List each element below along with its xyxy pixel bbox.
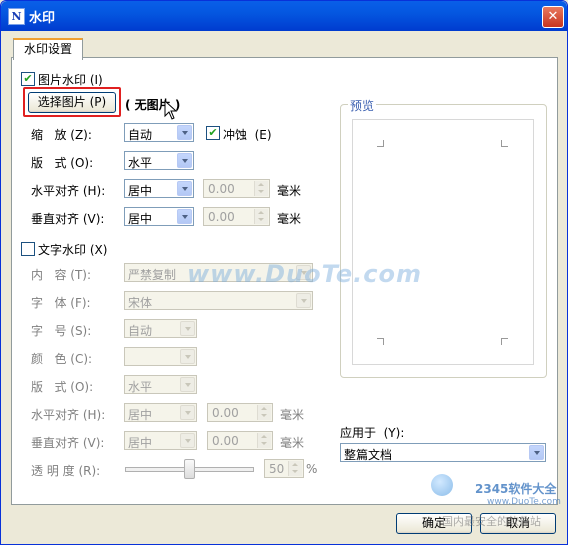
text-h-offset-spinner[interactable]: 0.00 bbox=[207, 403, 273, 422]
logo-text: 2345软件大全 bbox=[475, 482, 557, 496]
chevron-down-icon bbox=[177, 181, 192, 196]
spin-arrows-icon bbox=[288, 461, 302, 476]
picture-h-align-label: 水平对齐 (H): bbox=[31, 184, 106, 198]
preview-label: 预览 bbox=[348, 97, 377, 114]
transparency-value: 50 bbox=[269, 462, 285, 476]
chevron-down-icon bbox=[180, 377, 195, 392]
font-value: 宋体 bbox=[128, 296, 153, 310]
site-watermark-text: www.DuoTe.com bbox=[187, 260, 422, 288]
app-icon: N bbox=[8, 8, 25, 25]
scale-label: 缩 放 (Z): bbox=[31, 128, 92, 142]
text-h-offset-value: 0.00 bbox=[212, 406, 239, 420]
scale-value: 自动 bbox=[128, 128, 153, 142]
size-value: 自动 bbox=[128, 324, 153, 338]
tab-watermark-settings[interactable]: 水印设置 bbox=[13, 38, 83, 60]
size-select[interactable]: 自动 bbox=[124, 319, 197, 338]
apply-to-select[interactable]: 整篇文档 bbox=[340, 443, 546, 462]
chevron-down-icon bbox=[177, 153, 192, 168]
logo-globe-icon bbox=[431, 474, 453, 496]
text-v-align-label: 垂直对齐 (V): bbox=[31, 436, 105, 450]
chevron-down-icon bbox=[180, 405, 195, 420]
picture-v-offset-value: 0.00 bbox=[208, 210, 235, 224]
picture-h-offset-value: 0.00 bbox=[208, 182, 235, 196]
bottom-watermark-text: 国内最安全的软件站 bbox=[442, 515, 541, 528]
apply-to-value: 整篇文档 bbox=[344, 448, 393, 462]
text-v-align-value: 居中 bbox=[128, 436, 153, 450]
picture-layout-select[interactable]: 水平 bbox=[124, 151, 194, 170]
chevron-down-icon bbox=[180, 349, 195, 364]
picture-v-align-value: 居中 bbox=[128, 212, 153, 226]
transparency-slider-thumb[interactable] bbox=[183, 459, 195, 479]
text-layout-label: 版 式 (O): bbox=[31, 380, 94, 394]
text-v-align-select[interactable]: 居中 bbox=[124, 431, 197, 450]
close-button[interactable]: ✕ bbox=[542, 6, 564, 28]
scale-select[interactable]: 自动 bbox=[124, 123, 194, 142]
content-label: 内 容 (T): bbox=[31, 268, 91, 282]
picture-watermark-label: 图片水印 (I) bbox=[38, 73, 103, 87]
picture-v-align-select[interactable]: 居中 bbox=[124, 207, 194, 226]
picture-layout-value: 水平 bbox=[128, 156, 153, 170]
color-select[interactable] bbox=[124, 347, 197, 366]
picture-h-unit: 毫米 bbox=[277, 184, 302, 198]
transparency-label: 透 明 度 (R): bbox=[31, 464, 101, 478]
text-h-unit: 毫米 bbox=[280, 408, 305, 422]
chevron-down-icon bbox=[180, 433, 195, 448]
picture-v-unit: 毫米 bbox=[277, 212, 302, 226]
chevron-down-icon bbox=[177, 209, 192, 224]
font-select[interactable]: 宋体 bbox=[124, 291, 313, 310]
font-label: 字 体 (F): bbox=[31, 296, 91, 310]
chevron-down-icon bbox=[180, 321, 195, 336]
spin-arrows-icon bbox=[254, 181, 268, 196]
text-watermark-checkbox[interactable] bbox=[21, 242, 35, 256]
text-layout-value: 水平 bbox=[128, 380, 153, 394]
picture-watermark-checkbox[interactable]: ✔ bbox=[21, 72, 35, 86]
text-layout-select[interactable]: 水平 bbox=[124, 375, 197, 394]
color-label: 颜 色 (C): bbox=[31, 352, 93, 366]
title-bar: N 水印 ✕ bbox=[1, 1, 567, 31]
window-title: 水印 bbox=[29, 11, 56, 26]
apply-to-label: 应用于 (Y): bbox=[340, 426, 405, 440]
picture-v-offset-spinner[interactable]: 0.00 bbox=[203, 207, 270, 226]
text-v-offset-spinner[interactable]: 0.00 bbox=[207, 431, 273, 450]
logo-url: www.DuoTe.com bbox=[487, 497, 561, 507]
content-value: 严禁复制 bbox=[128, 268, 177, 282]
size-label: 字 号 (S): bbox=[31, 324, 92, 338]
chevron-down-icon bbox=[529, 445, 544, 460]
washout-checkbox[interactable]: ✔ bbox=[206, 126, 220, 140]
picture-h-align-value: 居中 bbox=[128, 184, 153, 198]
transparency-unit: % bbox=[306, 462, 318, 476]
transparency-spinner[interactable]: 50 bbox=[264, 459, 304, 478]
text-h-align-label: 水平对齐 (H): bbox=[31, 408, 106, 422]
text-watermark-label: 文字水印 (X) bbox=[38, 243, 108, 257]
washout-label: 冲蚀 (E) bbox=[223, 128, 272, 142]
spin-arrows-icon bbox=[257, 405, 271, 420]
preview-area bbox=[352, 119, 534, 365]
mouse-cursor-icon bbox=[164, 100, 178, 120]
picture-h-offset-spinner[interactable]: 0.00 bbox=[203, 179, 270, 198]
chevron-down-icon bbox=[296, 293, 311, 308]
select-picture-button[interactable]: 选择图片 (P) bbox=[28, 92, 116, 113]
spin-arrows-icon bbox=[257, 433, 271, 448]
text-v-offset-value: 0.00 bbox=[212, 434, 239, 448]
text-v-unit: 毫米 bbox=[280, 436, 305, 450]
spin-arrows-icon bbox=[254, 209, 268, 224]
chevron-down-icon bbox=[177, 125, 192, 140]
text-h-align-select[interactable]: 居中 bbox=[124, 403, 197, 422]
picture-h-align-select[interactable]: 居中 bbox=[124, 179, 194, 198]
picture-v-align-label: 垂直对齐 (V): bbox=[31, 212, 105, 226]
text-h-align-value: 居中 bbox=[128, 408, 153, 422]
watermark-dialog: N 水印 ✕ 水印设置 ✔ 图片水印 (I) 选择图片 (P) ( 无图片 ) … bbox=[0, 0, 568, 545]
picture-layout-label: 版 式 (O): bbox=[31, 156, 94, 170]
